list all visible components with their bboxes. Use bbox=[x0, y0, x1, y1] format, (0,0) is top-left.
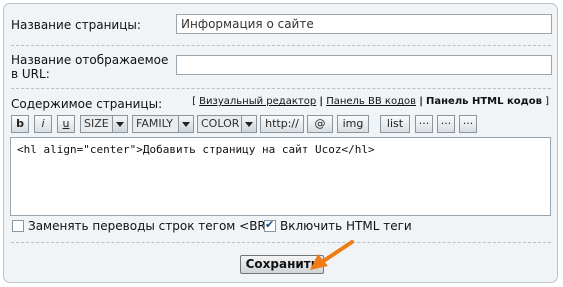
link-separator: | bbox=[419, 96, 423, 107]
visual-editor-link[interactable]: Визуальный редактор bbox=[199, 96, 316, 107]
italic-button[interactable]: i bbox=[34, 115, 52, 133]
page-form-panel: Название страницы: Информация о сайте На… bbox=[3, 3, 558, 283]
underline-button[interactable]: u bbox=[57, 115, 75, 133]
image-button[interactable]: img bbox=[337, 115, 369, 133]
list-button[interactable]: list bbox=[380, 115, 410, 133]
chevron-down-icon bbox=[178, 116, 193, 132]
replace-br-checkbox[interactable] bbox=[12, 220, 24, 232]
enable-html-label: Включить HTML теги bbox=[280, 219, 412, 233]
url-name-input[interactable] bbox=[176, 55, 552, 75]
content-editor-textarea[interactable]: <hl align="center">Добавить страницу на … bbox=[10, 137, 551, 216]
content-label: Содержимое страницы: bbox=[11, 97, 163, 111]
font-family-select[interactable]: FAMILY bbox=[132, 115, 194, 133]
chevron-down-icon bbox=[241, 116, 256, 132]
divider bbox=[11, 242, 551, 243]
divider bbox=[11, 88, 551, 89]
more-button-3[interactable]: ··· bbox=[459, 115, 477, 133]
divider bbox=[11, 45, 551, 46]
bb-codes-link[interactable]: Панель BB кодов bbox=[326, 96, 416, 107]
link-button[interactable]: http:// bbox=[260, 115, 304, 133]
font-color-value: COLOR bbox=[201, 117, 240, 130]
page-name-input[interactable]: Информация о сайте bbox=[176, 14, 552, 34]
more-button-2[interactable]: ··· bbox=[437, 115, 455, 133]
replace-br-label: Заменять переводы строк тегом <BR> bbox=[28, 219, 276, 233]
link-separator: | bbox=[319, 96, 324, 107]
page-name-label: Название страницы: bbox=[11, 18, 141, 32]
font-size-select[interactable]: SIZE bbox=[80, 115, 128, 133]
editor-mode-links: [ Визуальный редактор | Панель BB кодов … bbox=[192, 96, 549, 107]
more-button-1[interactable]: ··· bbox=[415, 115, 433, 133]
url-name-label: Название отображаемое в URL: bbox=[11, 53, 169, 81]
font-color-select[interactable]: COLOR bbox=[197, 115, 257, 133]
pointer-arrow-icon bbox=[310, 240, 354, 270]
enable-html-checkbox[interactable] bbox=[264, 218, 276, 232]
bold-button[interactable]: b bbox=[11, 115, 29, 133]
email-button[interactable]: @ bbox=[307, 115, 333, 133]
html-codes-link[interactable]: Панель HTML кодов bbox=[426, 96, 542, 107]
font-family-value: FAMILY bbox=[136, 117, 173, 130]
chevron-down-icon bbox=[112, 116, 127, 132]
font-size-value: SIZE bbox=[84, 117, 109, 130]
